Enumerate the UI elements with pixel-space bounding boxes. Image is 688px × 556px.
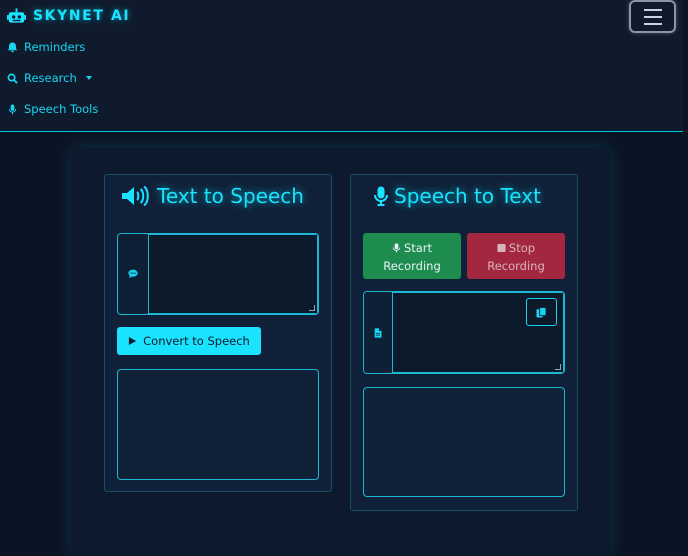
copy-icon (536, 306, 547, 318)
tts-input-icon-wrap (118, 234, 149, 314)
microphone-icon (8, 103, 17, 115)
volume-icon (122, 186, 149, 206)
stt-textarea-wrap (393, 292, 564, 373)
stop-recording-button[interactable]: Stop Recording (467, 233, 565, 279)
tts-title: Text to Speech (121, 184, 304, 208)
stop-label: Stop Recording (487, 241, 545, 273)
stt-output-area (363, 387, 565, 497)
nav-item-label: Research (24, 71, 77, 85)
play-icon (129, 336, 137, 346)
robot-icon (7, 8, 26, 23)
nav-item-label: Speech Tools (24, 102, 99, 116)
convert-to-speech-button[interactable]: Convert to Speech (117, 327, 261, 355)
caret-down-icon (85, 76, 92, 80)
hamburger-icon (643, 8, 662, 11)
resize-handle[interactable] (309, 305, 315, 311)
navbar-toggler[interactable] (629, 0, 676, 33)
tts-input-group (117, 233, 319, 315)
nav-item-reminders[interactable]: Reminders (7, 39, 85, 55)
stt-input-group (363, 291, 565, 374)
comment-icon (128, 269, 138, 279)
stop-icon (497, 243, 506, 253)
convert-label: Convert to Speech (143, 334, 250, 348)
nav-item-speech-tools[interactable]: Speech Tools (7, 101, 98, 117)
stt-input-icon-wrap (364, 292, 393, 373)
microphone-icon (392, 243, 401, 253)
tts-card: Text to Speech Convert to Speech (104, 174, 332, 492)
nav-item-label: Reminders (24, 40, 86, 54)
stt-card: Speech to Text Start Recording Stop Reco… (350, 174, 578, 511)
bell-icon (7, 41, 18, 52)
navbar: SKYNET AI Reminders Research Speech Tool… (0, 0, 683, 132)
microphone-icon (374, 186, 388, 206)
copy-button[interactable] (526, 298, 557, 326)
start-recording-button[interactable]: Start Recording (363, 233, 461, 279)
tts-title-text: Text to Speech (157, 184, 304, 208)
file-icon (374, 327, 382, 338)
nav-item-research[interactable]: Research (7, 70, 92, 86)
search-icon (7, 73, 18, 84)
tts-text-input[interactable] (149, 235, 317, 313)
brand[interactable]: SKYNET AI (7, 6, 130, 26)
stt-title-text: Speech to Text (394, 184, 541, 208)
tts-output-area (117, 369, 319, 480)
resize-handle[interactable] (555, 364, 561, 370)
brand-text: SKYNET AI (33, 8, 131, 24)
tts-textarea-wrap (149, 234, 318, 314)
stt-title: Speech to Text (374, 184, 541, 208)
